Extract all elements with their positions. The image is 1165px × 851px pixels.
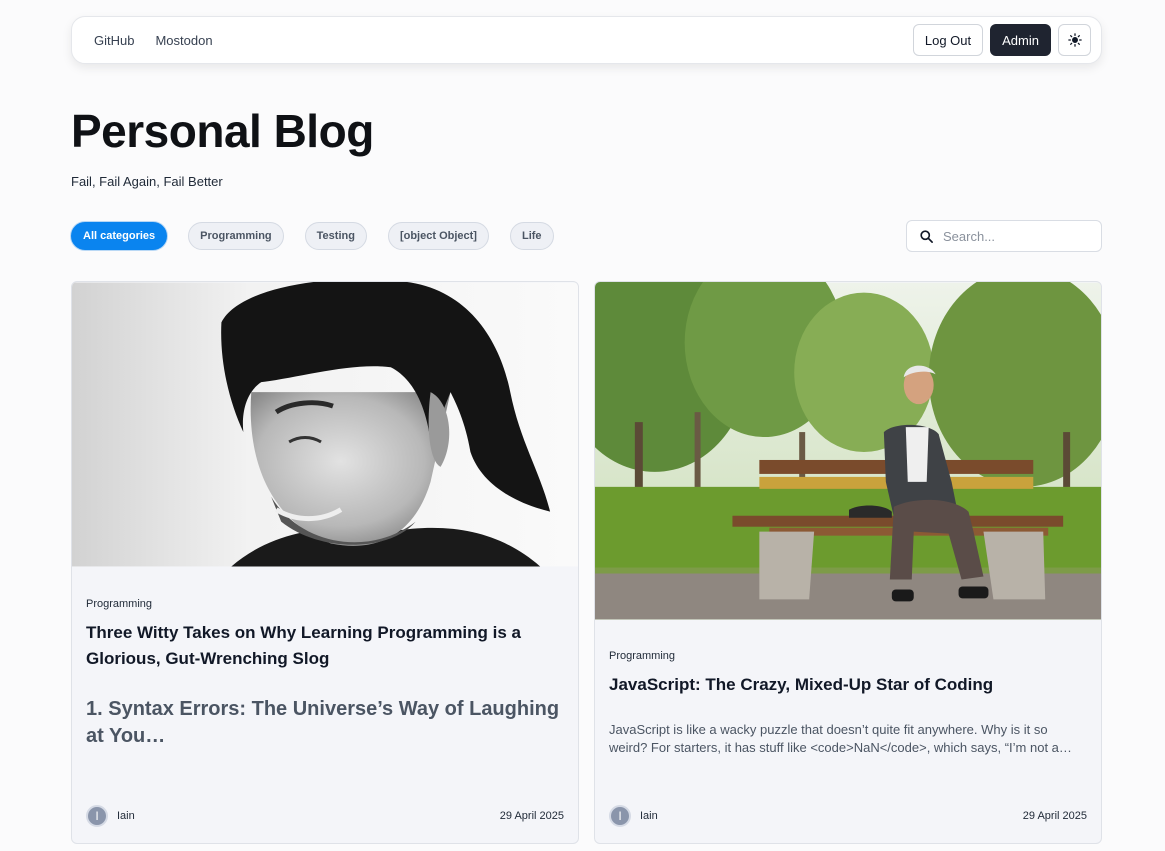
search-icon	[920, 229, 933, 243]
post-author: Iain	[117, 810, 135, 822]
admin-button[interactable]: Admin	[990, 24, 1051, 56]
post-card-body: Programming Three Witty Takes on Why Lea…	[86, 598, 564, 750]
post-card[interactable]: Programming JavaScript: The Crazy, Mixed…	[594, 281, 1102, 844]
avatar: I	[86, 805, 108, 827]
post-date: 29 April 2025	[1022, 810, 1087, 822]
post-footer: I Iain 29 April 2025	[86, 805, 564, 827]
search-input[interactable]	[943, 228, 1093, 244]
nav-actions: Log Out Admin	[912, 24, 1091, 56]
category-chip-all[interactable]: All categories	[71, 222, 168, 250]
search-box	[906, 220, 1102, 252]
category-chip-life[interactable]: Life	[509, 222, 554, 250]
post-category: Programming	[86, 598, 153, 610]
theme-toggle-button[interactable]	[1058, 24, 1091, 56]
category-chip-programming[interactable]: Programming	[188, 222, 284, 250]
category-chip-object[interactable]: [object Object]	[387, 222, 489, 250]
avatar: I	[609, 805, 631, 827]
post-image	[595, 282, 1101, 620]
category-filter: All categories Programming Testing [obje…	[71, 222, 554, 250]
page-title: Personal Blog	[71, 105, 374, 157]
post-card[interactable]: Programming Three Witty Takes on Why Lea…	[71, 281, 579, 844]
post-title[interactable]: Three Witty Takes on Why Learning Progra…	[86, 620, 564, 672]
post-category: Programming	[609, 650, 676, 662]
nav-link-mastodon[interactable]: Mostodon	[155, 33, 212, 48]
post-excerpt: JavaScript is like a wacky puzzle that d…	[609, 722, 1059, 755]
post-card-body: Programming JavaScript: The Crazy, Mixed…	[609, 650, 1087, 757]
navbar: GitHub Mostodon Log Out Admin	[71, 16, 1102, 64]
post-footer: I Iain 29 April 2025	[609, 805, 1087, 827]
post-author: Iain	[640, 810, 658, 822]
nav-links: GitHub Mostodon	[94, 33, 213, 48]
category-chip-testing[interactable]: Testing	[304, 222, 367, 250]
nav-link-github[interactable]: GitHub	[94, 33, 134, 48]
post-title[interactable]: JavaScript: The Crazy, Mixed-Up Star of …	[609, 672, 1087, 698]
post-image	[72, 282, 578, 567]
sun-icon	[1067, 33, 1082, 47]
page-subtitle: Fail, Fail Again, Fail Better	[71, 174, 223, 189]
logout-button[interactable]: Log Out	[912, 24, 984, 56]
post-excerpt-heading: 1. Syntax Errors: The Universe’s Way of …	[86, 698, 560, 747]
post-date: 29 April 2025	[499, 810, 564, 822]
